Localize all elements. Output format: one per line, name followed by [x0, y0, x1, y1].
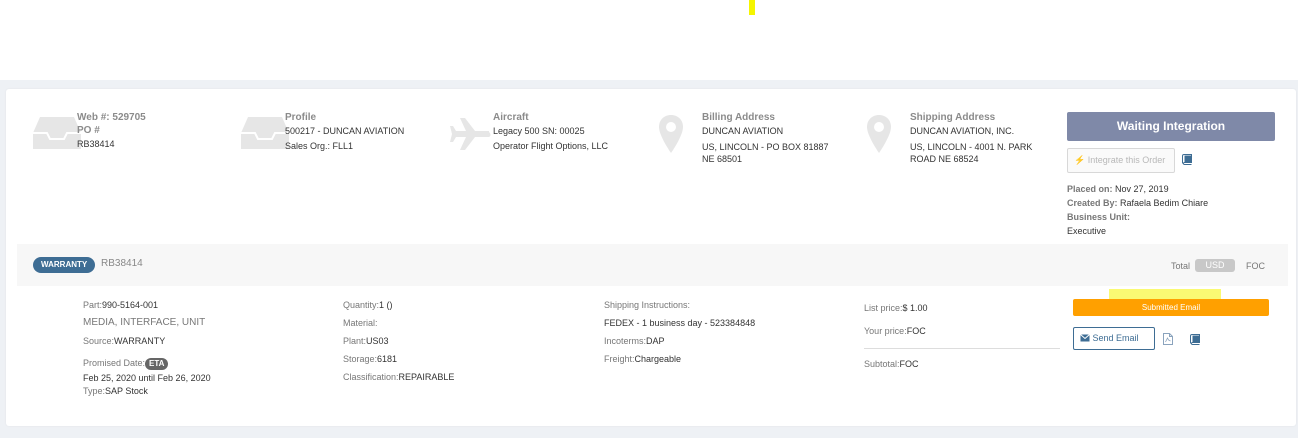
classification-label: Classification:: [343, 372, 399, 382]
currency-badge: USD: [1195, 259, 1235, 272]
po-label: PO #: [77, 125, 100, 136]
source-value: WARRANTY: [114, 336, 166, 346]
type-value: SAP Stock: [105, 386, 148, 396]
integrate-order-button[interactable]: ⚡ Integrate this Order: [1067, 148, 1175, 173]
billing-title: Billing Address: [702, 112, 775, 123]
send-email-button[interactable]: Send Email: [1073, 327, 1155, 350]
classification-value: REPAIRABLE: [398, 372, 455, 382]
list-price-value: $ 1.00: [902, 303, 928, 313]
created-by-label: Created By:: [1067, 198, 1118, 208]
order-card: Web #: 529705 PO # RB38414 Profile 50021…: [6, 89, 1296, 426]
web-number: Web #: 529705: [77, 112, 146, 123]
storage-label: Storage:: [343, 354, 378, 364]
billing-info: Billing Address DUNCAN AVIATION US, LINC…: [702, 111, 829, 165]
shipping-name: DUNCAN AVIATION, INC.: [910, 126, 1015, 136]
incoterms-value: DAP: [646, 336, 665, 346]
aircraft-title: Aircraft: [493, 112, 529, 123]
item-price-details: List price:$ 1.00 Your price:FOC: [864, 297, 928, 343]
quantity-value: 1 (): [379, 300, 393, 310]
web-info: Web #: 529705 PO # RB38414: [77, 111, 146, 152]
your-price-label: Your price:: [864, 326, 907, 336]
item-shipping-details: Shipping Instructions: FEDEX - 1 busines…: [604, 296, 755, 368]
inbox-icon: [33, 117, 81, 149]
your-price-value: FOC: [906, 326, 926, 336]
integrate-order-label: Integrate this Order: [1087, 155, 1166, 165]
subtotal-value: FOC: [899, 359, 919, 369]
order-number: RB38414: [101, 258, 143, 269]
storage-value: 6181: [377, 354, 398, 364]
incoterms-label: Incoterms:: [604, 336, 647, 346]
created-by-value: Rafaela Bedim Chiare: [1120, 198, 1209, 208]
shipping-title: Shipping Address: [910, 112, 996, 123]
item-stock-details: Quantity:1 () Material: Plant:US03 Stora…: [343, 296, 454, 386]
po-value: RB38414: [77, 139, 115, 149]
yellow-marker: [749, 0, 755, 15]
quantity-label: Quantity:: [343, 300, 380, 310]
aircraft-operator: Operator Flight Options, LLC: [493, 141, 609, 151]
plant-value: US03: [366, 336, 389, 346]
profile-customer: 500217 - DUNCAN AVIATION: [285, 126, 405, 136]
profile-sales-org: Sales Org.: FLL1: [285, 141, 354, 151]
bolt-icon: ⚡: [1074, 155, 1086, 165]
order-subheader: WARRANTY RB38414 Total USD FOC: [17, 244, 1288, 286]
book-icon[interactable]: [1190, 334, 1200, 345]
total-label: Total: [1171, 261, 1191, 271]
promised-date-range: Feb 25, 2020 until Feb 26, 2020: [83, 373, 211, 383]
item-part-details: Part:990-5164-001 MEDIA, INTERFACE, UNIT…: [83, 296, 211, 398]
freight-value: Chargeable: [634, 354, 682, 364]
warranty-badge: WARRANTY: [33, 257, 96, 273]
subtotal-row: Subtotal:FOC: [864, 355, 919, 373]
aircraft-model: Legacy 500 SN: 00025: [493, 126, 585, 136]
plant-label: Plant:: [343, 336, 367, 346]
profile-info: Profile 500217 - DUNCAN AVIATION Sales O…: [285, 111, 404, 154]
placed-on-label: Placed on:: [1067, 184, 1113, 194]
shipping-info: Shipping Address DUNCAN AVIATION, INC. U…: [910, 111, 1032, 165]
shipping-address-line1: US, LINCOLN - 4001 N. PARK: [910, 142, 1033, 152]
send-email-label: Send Email: [1092, 333, 1139, 343]
aircraft-info: Aircraft Legacy 500 SN: 00025 Operator F…: [493, 111, 608, 154]
submitted-email-badge: Submitted Email: [1073, 299, 1269, 316]
shipping-address-line2: ROAD NE 68524: [910, 154, 979, 164]
part-label: Part:: [83, 300, 103, 310]
shipping-instructions-value: FEDEX - 1 business day - 523384848: [604, 318, 756, 328]
profile-title: Profile: [285, 112, 317, 123]
promised-date-label: Promised Date:: [83, 358, 146, 368]
business-unit-value: Executive: [1067, 226, 1107, 236]
list-price-label: List price:: [864, 303, 903, 313]
book-icon[interactable]: [1182, 154, 1192, 165]
part-value: 990-5164-001: [102, 300, 159, 310]
shipping-instructions-label: Shipping Instructions:: [604, 300, 691, 310]
pdf-icon[interactable]: [1163, 333, 1173, 345]
subtotal-label: Subtotal:: [864, 359, 900, 369]
inbox-icon: [241, 117, 289, 149]
billing-name: DUNCAN AVIATION: [702, 126, 784, 136]
material-label: Material:: [343, 318, 378, 328]
business-unit-label: Business Unit:: [1067, 212, 1131, 222]
map-pin-icon: [867, 115, 891, 153]
source-label: Source:: [83, 336, 115, 346]
order-meta: Placed on: Nov 27, 2019 Created By: Rafa…: [1067, 182, 1208, 238]
waiting-integration-button[interactable]: Waiting Integration: [1067, 112, 1275, 141]
eta-badge: ETA: [145, 357, 169, 370]
placed-on-value: Nov 27, 2019: [1115, 184, 1169, 194]
price-divider: [864, 348, 1060, 349]
part-description: MEDIA, INTERFACE, UNIT: [83, 317, 206, 328]
billing-address-line1: US, LINCOLN - PO BOX 81887: [702, 142, 829, 152]
total-value: FOC: [1246, 261, 1265, 271]
freight-label: Freight:: [604, 354, 635, 364]
type-label: Type:: [83, 386, 106, 396]
airplane-icon: [450, 118, 491, 150]
map-pin-icon: [659, 115, 683, 153]
billing-address-line2: NE 68501: [702, 154, 743, 164]
yellow-highlight: [1109, 289, 1221, 299]
envelope-icon: [1080, 334, 1090, 342]
